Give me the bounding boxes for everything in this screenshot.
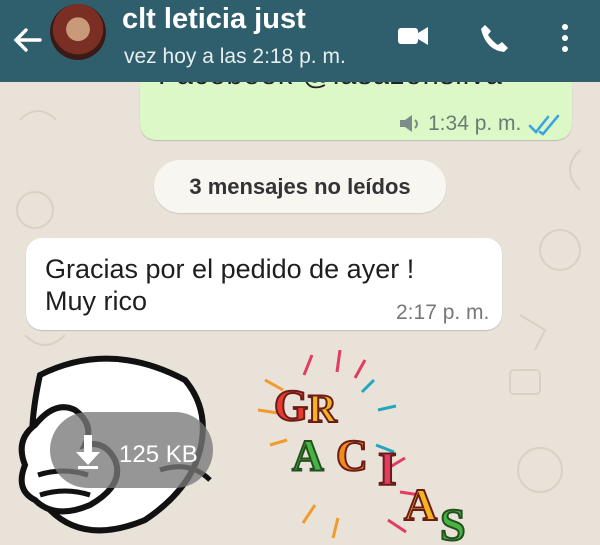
contact-name[interactable]: clt leticia just bbox=[122, 3, 306, 36]
video-call-icon[interactable] bbox=[396, 22, 430, 50]
gracias-letter-i: I bbox=[378, 443, 397, 496]
speaker-icon bbox=[400, 115, 418, 132]
gracias-letter-r: R bbox=[308, 386, 338, 431]
gracias-letter-a2: A bbox=[404, 479, 437, 530]
gracias-letter-a: A bbox=[292, 431, 324, 480]
download-icon bbox=[76, 435, 100, 469]
gracias-letter-s: S bbox=[440, 499, 466, 545]
back-arrow-icon[interactable] bbox=[10, 22, 46, 58]
more-options-icon[interactable] bbox=[559, 22, 571, 54]
chat-header: clt leticia just vez hoy a las 2:18 p. m… bbox=[0, 0, 600, 82]
outgoing-message-time: 1:34 p. m. bbox=[428, 112, 522, 135]
incoming-message-line-2: Muy rico bbox=[45, 286, 148, 316]
incoming-message-time: 2:17 p. m. bbox=[396, 301, 490, 324]
gracias-sticker[interactable]: G R A C I A S bbox=[250, 350, 500, 545]
last-seen-status[interactable]: vez hoy a las 2:18 p. m. bbox=[124, 45, 346, 69]
gracias-letter-c: C bbox=[336, 431, 368, 480]
contact-avatar[interactable] bbox=[50, 4, 106, 60]
gracias-letter-g: G bbox=[274, 381, 308, 430]
download-size-label: 125 KB bbox=[119, 441, 198, 468]
incoming-message-line-1: Gracias por el pedido de ayer ! bbox=[45, 254, 415, 284]
phone-icon[interactable] bbox=[478, 22, 510, 54]
double-check-icon bbox=[528, 114, 560, 136]
unread-messages-banner: 3 mensajes no leídos bbox=[154, 160, 446, 213]
